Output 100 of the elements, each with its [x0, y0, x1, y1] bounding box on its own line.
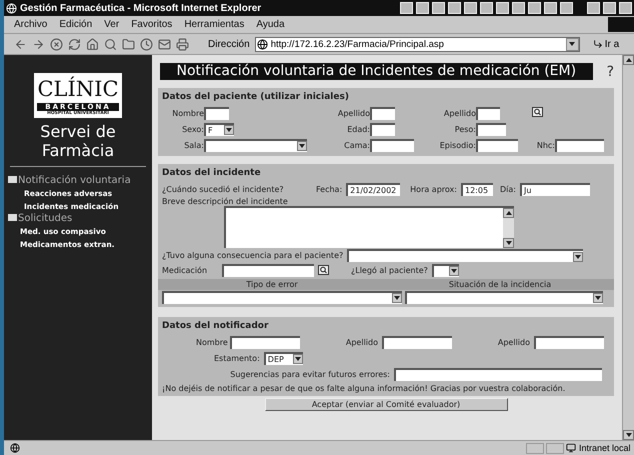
field-label: Sala: [183, 140, 204, 150]
logo-name: CLÍNIC [37, 76, 119, 103]
select-field[interactable]: DEP [264, 352, 303, 364]
column-header: Tipo de error [245, 279, 299, 290]
zone-label: Intranet local [566, 443, 634, 453]
field-label: Día: [500, 184, 516, 194]
back-icon[interactable] [14, 38, 27, 50]
text-field[interactable] [370, 106, 395, 120]
text-field[interactable] [476, 106, 500, 120]
scrollbar[interactable] [503, 208, 514, 248]
globe-icon [6, 2, 17, 14]
scroll-down-icon [506, 241, 512, 245]
nav-group[interactable]: Solicitudes [4, 213, 152, 225]
forward-icon[interactable] [32, 38, 45, 50]
field-label: Cama: [343, 140, 370, 150]
address-label: Dirección [208, 38, 250, 50]
field-label: Nhc: [536, 140, 555, 150]
folder-icon[interactable] [122, 38, 135, 50]
text-field[interactable] [476, 138, 518, 152]
scroll-down-icon [450, 269, 457, 273]
field-label: Hora aprox: [410, 184, 457, 194]
field-label: Apellido [496, 338, 530, 346]
window-title: Gestión Farmacéutica - Microsoft Internet Explorer [20, 2, 262, 14]
menu-item[interactable]: Archivo [14, 19, 48, 30]
scroll-down-icon [294, 357, 301, 361]
section-title: Datos del paciente (utilizar iniciales) [162, 92, 350, 102]
field-label: ¿Tuvo alguna consecuencia para el paciente? [162, 251, 344, 260]
field-label: Edad: [346, 124, 370, 134]
text-field[interactable] [204, 106, 229, 120]
refresh-icon[interactable] [68, 38, 81, 50]
time-field[interactable]: 12:05 [460, 182, 493, 196]
text-field[interactable] [555, 138, 604, 152]
text-field[interactable] [534, 336, 604, 348]
scroll-down-icon [394, 296, 400, 300]
field-label: Nombre [171, 108, 204, 118]
notice-text: ¡No dejéis de notificar a pesar de que os falte alguna información! Gracias por vuestra colaboración. [162, 384, 566, 393]
field-label: Medicación [162, 266, 208, 274]
field-label: ¿Cuándo sucedió el incidente? [162, 184, 285, 194]
computer-icon [566, 443, 576, 453]
scroll-down-icon [575, 254, 582, 258]
page-icon [10, 443, 20, 453]
scroll-down-icon [626, 433, 632, 437]
clock-icon[interactable] [140, 38, 153, 50]
field-label: Apellido [336, 108, 370, 118]
address-field[interactable]: http://172.16.2.23/Farmacia/Principal.asp [254, 36, 580, 52]
section-title: Datos del incidente [162, 168, 262, 178]
folder-toggle-icon [8, 176, 17, 183]
select-field[interactable] [347, 249, 584, 262]
day-field[interactable]: Ju [520, 182, 590, 196]
scroll-up-icon [626, 58, 632, 62]
text-field[interactable] [476, 122, 506, 136]
field-label: Estamento: [214, 354, 260, 362]
search-icon[interactable] [318, 265, 329, 275]
text-field[interactable] [382, 336, 452, 348]
text-field[interactable] [370, 122, 395, 136]
search-icon[interactable] [532, 107, 543, 117]
field-label: Episodio: [438, 140, 476, 150]
select-field[interactable] [405, 290, 603, 304]
field-label: Sugerencias para evitar futuros errores: [229, 370, 390, 378]
help-link[interactable]: ? [606, 64, 614, 80]
description-field[interactable] [224, 206, 514, 248]
menu-item[interactable]: Edición [59, 19, 92, 30]
suggestions-field[interactable] [394, 368, 602, 380]
field-label: Sexo: [181, 124, 204, 134]
print-icon[interactable] [176, 38, 189, 50]
select-field[interactable] [432, 264, 459, 276]
go-button[interactable]: Ir a [592, 38, 620, 50]
field-label: Nombre [196, 338, 226, 346]
menu-item[interactable]: Herramientas [184, 19, 244, 30]
text-field[interactable] [370, 138, 414, 152]
section-title: Datos del notificador [162, 321, 270, 331]
medication-field[interactable] [222, 264, 314, 276]
service-name: Servei de Farmàcia [39, 122, 117, 160]
field-label: Breve descripción del incidente [162, 197, 289, 206]
scroll-down-icon [226, 128, 232, 132]
date-field[interactable]: 21/02/2002 [346, 182, 400, 196]
scroll-up-icon [506, 211, 512, 215]
select-field[interactable] [204, 138, 307, 152]
folder-toggle-icon [8, 214, 17, 221]
scroll-down-icon [595, 296, 601, 300]
scrollbar[interactable] [622, 55, 634, 440]
select-field[interactable]: F [204, 122, 234, 136]
menu-item[interactable]: Ver [104, 19, 120, 30]
scroll-down-icon [299, 144, 305, 148]
menu-item[interactable]: Ayuda [256, 19, 285, 30]
menu-item[interactable]: Favoritos [131, 19, 172, 30]
text-field[interactable] [230, 336, 300, 348]
field-label: Apellido [344, 338, 378, 346]
nav-group[interactable]: Notificación voluntaria [4, 175, 152, 187]
home-icon[interactable] [86, 38, 99, 50]
field-label: Peso: [454, 124, 476, 134]
field-label: Fecha: [316, 184, 342, 194]
select-field[interactable] [162, 290, 402, 304]
form-title: Notificación voluntaria de Incidentes de medicación (EM) [160, 63, 593, 80]
stop-icon[interactable] [50, 38, 63, 50]
submit-button[interactable]: Aceptar (enviar al Comité evaluador) [264, 398, 508, 411]
go-arrow-icon [592, 39, 603, 49]
column-header: Situación de la incidencia [448, 279, 552, 290]
field-label: ¿Llegó al paciente? [351, 266, 428, 274]
mail-icon[interactable] [158, 38, 171, 50]
